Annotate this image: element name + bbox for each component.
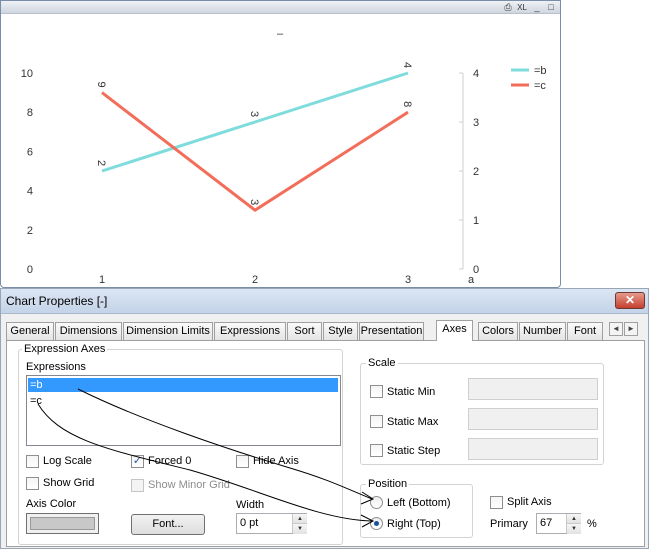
width-spinner[interactable]: ▲ ▼: [292, 514, 307, 534]
dialog-title-bar[interactable]: Chart Properties [-] ✕: [1, 289, 648, 314]
right-axis-title: a: [468, 274, 475, 286]
right-axis-tick-label: 2: [473, 166, 479, 178]
static-min-checkbox[interactable]: [370, 385, 383, 398]
data-label: 4: [401, 62, 413, 68]
position-left-bottom-label: Left (Bottom): [387, 497, 451, 509]
axis-color-label: Axis Color: [26, 498, 77, 510]
show-minor-grid-checkbox: [131, 479, 144, 492]
expressions-listbox[interactable]: =b =c: [26, 375, 341, 446]
spin-up-icon[interactable]: ▲: [293, 514, 307, 524]
primary-label: Primary: [490, 518, 528, 530]
scale-group-label: Scale: [366, 357, 398, 369]
left-axis-tick-label: 6: [27, 146, 33, 158]
chart-properties-dialog: Chart Properties [-] ✕ General Dimensions…: [0, 288, 649, 549]
close-button[interactable]: ✕: [615, 292, 645, 309]
font-button[interactable]: Font...: [131, 514, 205, 535]
tab-expressions[interactable]: Expressions: [214, 322, 286, 340]
static-step-label: Static Step: [387, 445, 441, 457]
send-to-excel-icon[interactable]: XL: [516, 2, 528, 13]
primary-spinner[interactable]: ▲ ▼: [566, 514, 581, 534]
x-axis-tick-label: 3: [405, 274, 411, 286]
hide-axis-checkbox[interactable]: [236, 455, 249, 468]
minimize-icon[interactable]: _: [532, 2, 542, 13]
width-value: 0 pt: [240, 517, 259, 529]
right-axis-tick-label: 4: [473, 68, 479, 80]
spin-down-icon[interactable]: ▼: [293, 524, 307, 534]
axes-tab-panel: Expression Axes Expressions =b =c Log Sc…: [6, 340, 645, 547]
spin-up-icon[interactable]: ▲: [567, 514, 581, 524]
primary-input[interactable]: 67 ▲ ▼: [536, 513, 581, 534]
legend-label: =b: [534, 65, 547, 77]
right-axis-tick-label: 3: [473, 117, 479, 129]
axis-color-swatch[interactable]: [26, 513, 99, 534]
tab-presentation[interactable]: Presentation: [359, 322, 424, 340]
split-axis-checkbox[interactable]: [490, 496, 503, 509]
left-axis-tick-label: 0: [27, 264, 33, 276]
left-axis-tick-label: 2: [27, 225, 33, 237]
tab-dimension-limits[interactable]: Dimension Limits: [123, 322, 213, 340]
static-step-input[interactable]: [468, 438, 598, 460]
data-label: 2: [95, 160, 107, 166]
left-axis-tick-label: 8: [27, 107, 33, 119]
log-scale-label: Log Scale: [43, 455, 92, 467]
forced-0-label: Forced 0: [148, 455, 192, 467]
expressions-label: Expressions: [26, 361, 86, 373]
tab-colors[interactable]: Colors: [478, 322, 518, 340]
chart-caption-bar: ⎙ XL _ □: [1, 1, 560, 14]
maximize-icon[interactable]: □: [546, 2, 556, 13]
show-grid-label: Show Grid: [43, 477, 95, 489]
expression-item-c[interactable]: =c: [28, 394, 338, 408]
data-label: 9: [95, 82, 107, 88]
split-axis-label: Split Axis: [507, 496, 552, 508]
screen: ⎙ XL _ □ –0 2 4 6 8 10 0 1 2 3 4 1 2 3 a 2 3 4 9 3 8 =b =c Cha…: [0, 0, 671, 549]
tab-dimensions[interactable]: Dimensions: [55, 322, 122, 340]
tab-font[interactable]: Font: [567, 322, 603, 340]
tab-scroll-left-icon[interactable]: ◄: [609, 322, 623, 336]
x-axis-tick-label: 2: [252, 274, 258, 286]
static-max-checkbox[interactable]: [370, 415, 383, 428]
tab-scroll-right-icon[interactable]: ►: [624, 322, 638, 336]
hide-axis-label: Hide Axis: [253, 455, 299, 467]
series-line-b: [101, 71, 409, 173]
expression-axes-group-label: Expression Axes: [22, 343, 108, 355]
dialog-title: Chart Properties [-]: [6, 294, 108, 308]
percent-label: %: [587, 518, 597, 530]
tab-axes[interactable]: Axes: [436, 320, 473, 341]
chart-object-window[interactable]: ⎙ XL _ □ –0 2 4 6 8 10 0 1 2 3 4 1 2 3 a 2 3 4 9 3 8 =b =c: [0, 0, 561, 288]
width-label: Width: [236, 499, 265, 511]
left-axis-tick-label: 10: [21, 68, 33, 80]
tab-number[interactable]: Number: [519, 322, 566, 340]
x-axis-tick-label: 1: [99, 274, 105, 286]
position-right-top-radio[interactable]: [370, 517, 383, 530]
legend-label: =c: [534, 80, 546, 92]
axis-color-fill: [30, 517, 95, 530]
show-minor-grid-label: Show Minor Grid: [148, 479, 230, 491]
static-step-checkbox[interactable]: [370, 444, 383, 457]
position-group-label: Position: [366, 478, 410, 490]
left-axis-tick-label: 4: [27, 186, 33, 198]
forced-0-checkbox[interactable]: ✓: [131, 455, 144, 468]
tab-general[interactable]: General: [6, 322, 54, 340]
data-label: 3: [248, 199, 260, 205]
primary-value: 67: [540, 517, 553, 529]
position-right-top-label: Right (Top): [387, 518, 441, 530]
static-max-input[interactable]: [468, 408, 598, 430]
static-min-input[interactable]: [468, 378, 598, 400]
show-grid-checkbox[interactable]: [26, 477, 39, 490]
line-chart[interactable]: –0246810012341 2 3 a234938=b=c: [1, 15, 560, 287]
log-scale-checkbox[interactable]: [26, 455, 39, 468]
tab-sort[interactable]: Sort: [287, 322, 322, 340]
position-left-bottom-radio[interactable]: [370, 496, 383, 509]
static-max-label: Static Max: [387, 416, 439, 428]
spin-down-icon[interactable]: ▼: [567, 524, 581, 534]
expression-item-b[interactable]: =b: [28, 378, 338, 392]
print-icon[interactable]: ⎙: [503, 2, 513, 13]
width-input[interactable]: 0 pt ▲ ▼: [236, 513, 307, 534]
right-axis-tick-label: 1: [473, 215, 479, 227]
tab-style[interactable]: Style: [323, 322, 358, 340]
data-label: 8: [401, 101, 413, 107]
static-min-label: Static Min: [387, 386, 436, 398]
chart-title: –: [277, 28, 284, 40]
data-label: 3: [248, 111, 260, 117]
